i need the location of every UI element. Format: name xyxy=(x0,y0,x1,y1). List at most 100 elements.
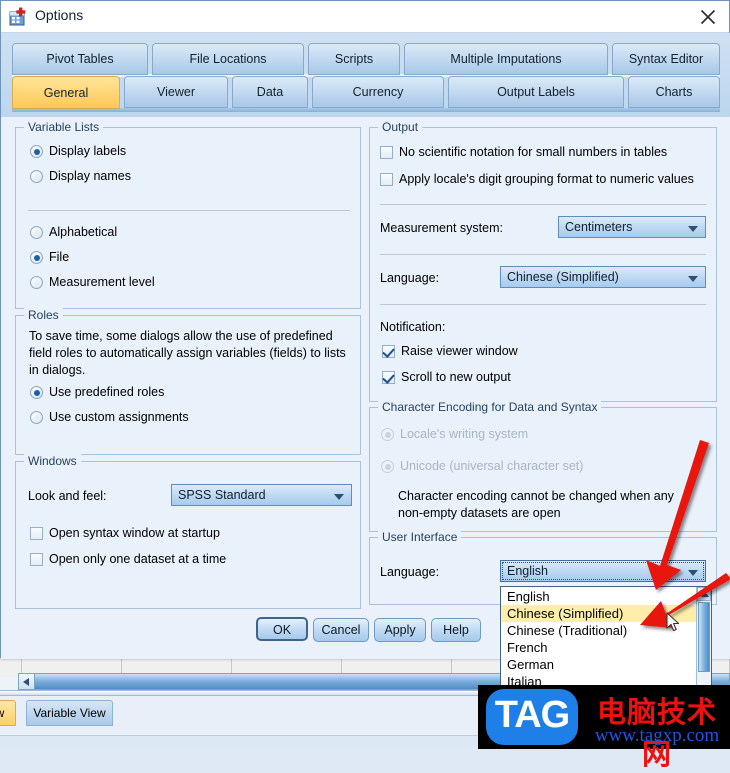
spss-options-icon xyxy=(9,7,28,26)
output-language-select[interactable]: Chinese (Simplified) xyxy=(500,266,706,288)
checkbox-indicator xyxy=(380,146,393,159)
apply-button[interactable]: Apply xyxy=(374,618,426,642)
roles-legend: Roles xyxy=(24,308,63,322)
radio-indicator xyxy=(381,460,394,473)
ui-language-dropdown-list[interactable]: English Chinese (Simplified) Chinese (Tr… xyxy=(500,586,712,690)
roles-description-line2: field roles to automatically assign vari… xyxy=(29,346,346,360)
measurement-system-value: Centimeters xyxy=(565,220,633,234)
checkbox-indicator xyxy=(30,553,43,566)
tab-charts[interactable]: Charts xyxy=(628,76,720,108)
cancel-button[interactable]: Cancel xyxy=(313,618,369,642)
radio-indicator xyxy=(30,251,43,264)
scroll-left-arrow-icon[interactable] xyxy=(19,674,35,689)
scroll-up-arrow-icon[interactable] xyxy=(697,587,711,601)
checkbox-indicator xyxy=(382,371,395,384)
checkbox-scroll-to-new-output-label: Scroll to new output xyxy=(401,370,511,384)
tab-general[interactable]: General xyxy=(12,76,120,109)
radio-locale-writing-system-label: Locale's writing system xyxy=(400,427,529,441)
notification-label: Notification: xyxy=(380,320,446,334)
roles-description-line1: To save time, some dialogs allow the use… xyxy=(29,329,333,343)
character-encoding-legend: Character Encoding for Data and Syntax xyxy=(378,400,602,414)
dropdown-scrollbar[interactable] xyxy=(696,587,711,689)
sheet-tab-data-view[interactable]: w xyxy=(0,700,16,726)
tab-row-primary: General Viewer Data Currency Output Labe… xyxy=(12,76,720,109)
tab-data[interactable]: Data xyxy=(232,76,308,108)
chevron-down-icon xyxy=(688,226,698,232)
dropdown-option-german[interactable]: German xyxy=(501,656,697,673)
checkbox-indicator xyxy=(380,173,393,186)
dialog-title: Options xyxy=(35,7,84,23)
ui-language-select[interactable]: English xyxy=(500,560,706,582)
measurement-system-select[interactable]: Centimeters xyxy=(558,216,706,238)
radio-display-labels-label: Display labels xyxy=(49,144,127,158)
mouse-cursor xyxy=(666,612,682,637)
character-encoding-group: Character Encoding for Data and Syntax L… xyxy=(369,400,717,532)
divider xyxy=(28,210,350,211)
tab-syntax-editor[interactable]: Syntax Editor xyxy=(612,43,720,75)
radio-measurement-level-label: Measurement level xyxy=(49,275,155,289)
measurement-system-label: Measurement system: xyxy=(380,221,503,235)
look-and-feel-select[interactable]: SPSS Standard xyxy=(171,484,352,506)
roles-description-line3: in dialogs. xyxy=(29,363,86,377)
radio-display-names-label: Display names xyxy=(49,169,131,183)
radio-indicator xyxy=(381,428,394,441)
chevron-down-icon xyxy=(688,276,698,282)
radio-alphabetical-label: Alphabetical xyxy=(49,225,118,239)
divider xyxy=(380,254,706,255)
checkbox-indicator xyxy=(30,527,43,540)
help-button[interactable]: Help xyxy=(431,618,481,642)
dialog-titlebar: Options xyxy=(1,1,729,33)
output-language-value: Chinese (Simplified) xyxy=(507,270,619,284)
tab-output-labels[interactable]: Output Labels xyxy=(448,76,624,108)
radio-indicator xyxy=(30,411,43,424)
chevron-down-icon xyxy=(334,494,344,500)
ui-language-value: English xyxy=(507,564,548,578)
checkbox-indicator xyxy=(382,345,395,358)
dropdown-option-english[interactable]: English xyxy=(501,588,697,605)
variable-lists-group: Variable Lists Display labels Display na… xyxy=(15,120,361,309)
watermark-badge: TAG xyxy=(486,689,578,745)
checkbox-apply-locale-digit-grouping-label: Apply locale's digit grouping format to … xyxy=(399,172,694,186)
scrollbar-thumb[interactable] xyxy=(698,602,710,672)
variable-lists-legend: Variable Lists xyxy=(24,120,104,134)
radio-use-custom-assignments-label: Use custom assignments xyxy=(49,410,189,424)
output-language-label: Language: xyxy=(380,271,440,285)
radio-use-predefined-roles-label: Use predefined roles xyxy=(49,385,165,399)
divider xyxy=(380,304,706,305)
radio-indicator xyxy=(30,145,43,158)
radio-indicator xyxy=(30,276,43,289)
tab-pivot-tables[interactable]: Pivot Tables xyxy=(12,43,148,75)
tab-viewer[interactable]: Viewer xyxy=(124,76,228,108)
chevron-down-icon xyxy=(688,570,698,576)
radio-indicator xyxy=(30,386,43,399)
watermark-badge-text: TAG xyxy=(494,694,570,736)
character-encoding-note-line2: non-empty datasets are open xyxy=(398,506,561,520)
windows-legend: Windows xyxy=(24,454,81,468)
checkbox-raise-viewer-window-label: Raise viewer window xyxy=(401,344,518,358)
checkbox-open-one-dataset-label: Open only one dataset at a time xyxy=(49,552,227,566)
divider xyxy=(380,204,706,205)
tab-multiple-imputations[interactable]: Multiple Imputations xyxy=(404,43,608,75)
radio-indicator xyxy=(30,170,43,183)
sheet-tab-variable-view[interactable]: Variable View xyxy=(26,700,113,726)
character-encoding-note-line1: Character encoding cannot be changed whe… xyxy=(398,489,674,503)
roles-group: Roles To save time, some dialogs allow t… xyxy=(15,308,361,455)
user-interface-legend: User Interface xyxy=(378,530,462,544)
general-tab-panel: Variable Lists Display labels Display na… xyxy=(1,117,730,659)
radio-unicode-character-set-label: Unicode (universal character set) xyxy=(400,459,584,473)
tab-scripts[interactable]: Scripts xyxy=(308,43,400,75)
tab-row-secondary: Pivot Tables File Locations Scripts Mult… xyxy=(12,43,720,75)
close-icon[interactable] xyxy=(695,5,721,29)
tab-currency[interactable]: Currency xyxy=(312,76,444,108)
site-watermark: TAG 电脑技术网 www.tagxp.com xyxy=(478,685,730,771)
tab-file-locations[interactable]: File Locations xyxy=(152,43,304,75)
look-and-feel-value: SPSS Standard xyxy=(178,488,266,502)
radio-file-label: File xyxy=(49,250,70,264)
output-legend: Output xyxy=(378,120,423,134)
ok-button[interactable]: OK xyxy=(256,617,308,641)
dropdown-option-french[interactable]: French xyxy=(501,639,697,656)
look-and-feel-label: Look and feel: xyxy=(28,489,107,503)
options-tab-strip: Pivot Tables File Locations Scripts Mult… xyxy=(1,33,730,117)
radio-indicator xyxy=(30,226,43,239)
ui-language-label: Language: xyxy=(380,565,440,579)
